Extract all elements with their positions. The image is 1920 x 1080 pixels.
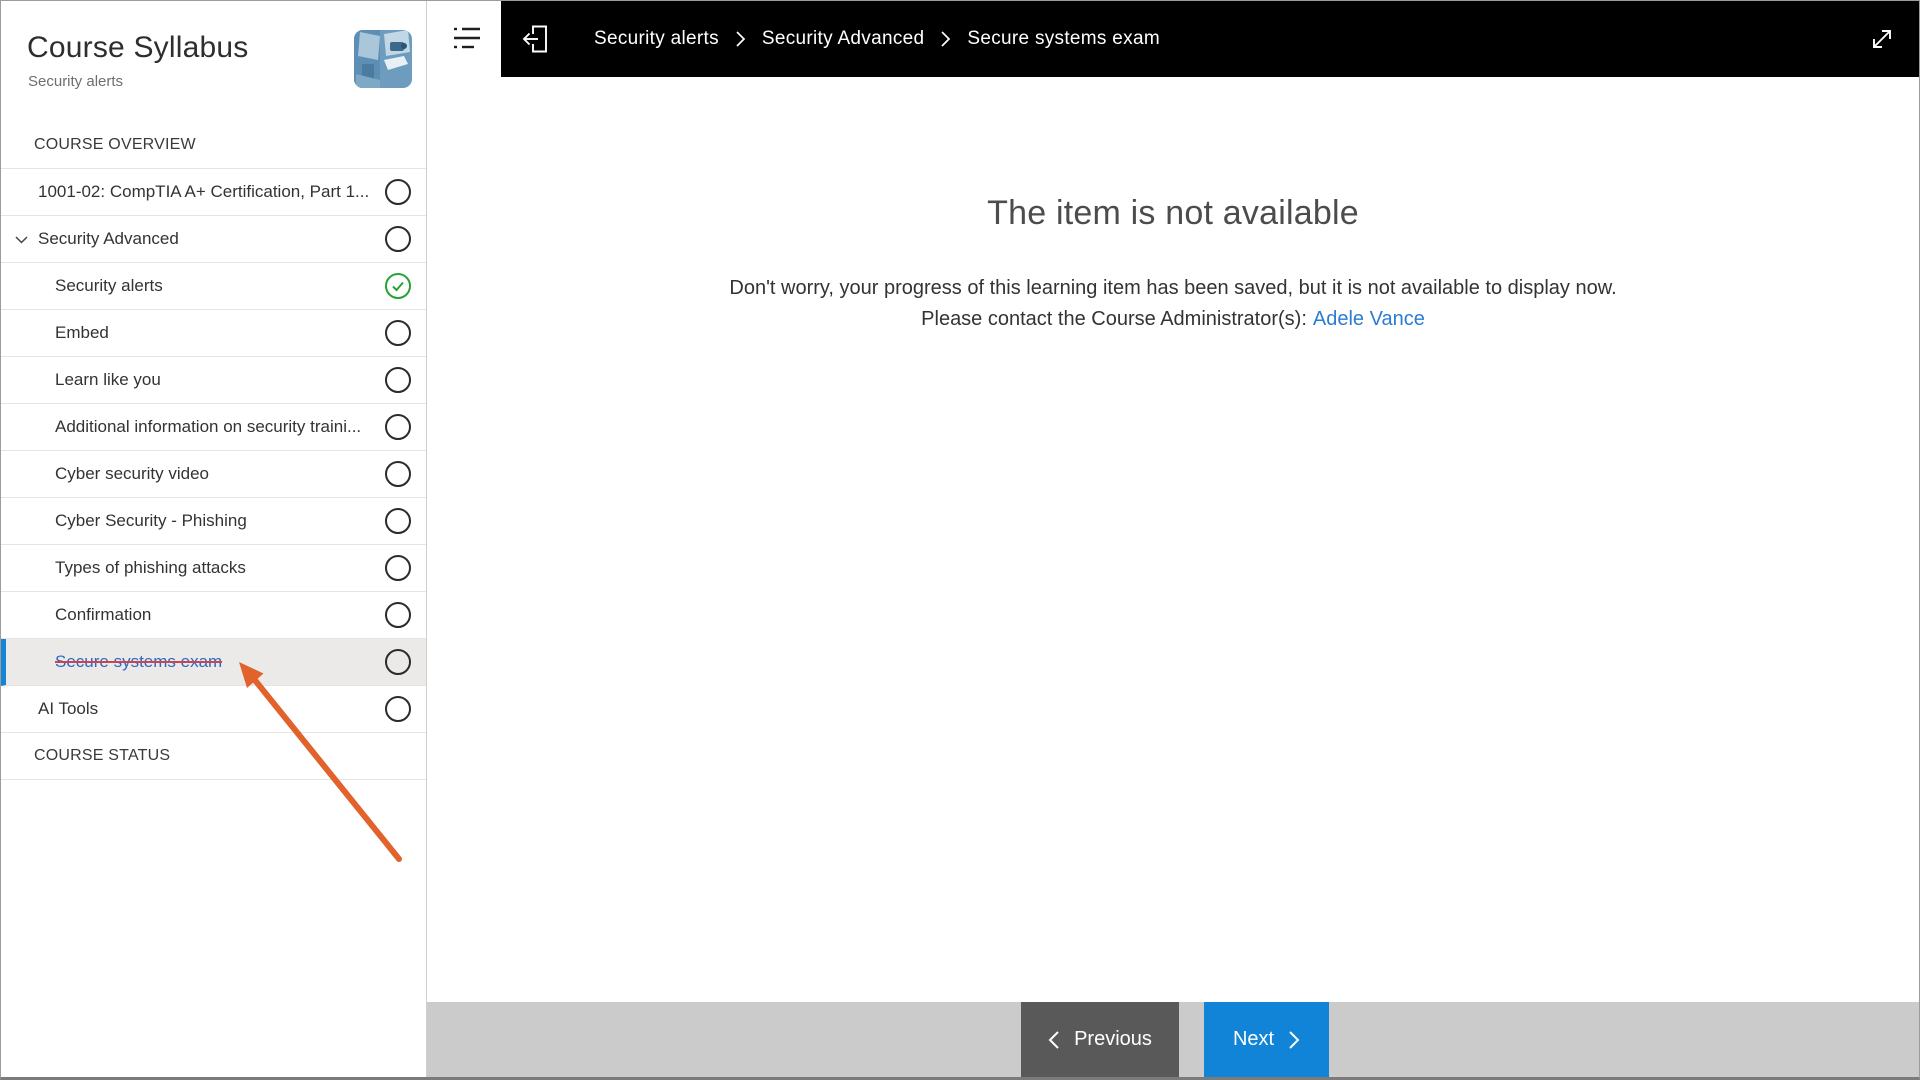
previous-button-label: Previous xyxy=(1074,1028,1152,1050)
syllabus-item[interactable]: Cyber security video xyxy=(1,451,426,498)
course-player-window: Course Syllabus Security alerts COURSE O… xyxy=(0,0,1920,1080)
breadcrumb-separator xyxy=(735,30,746,48)
status-circle-icon xyxy=(385,414,411,440)
syllabus-item-label: AI Tools xyxy=(38,699,99,718)
syllabus-item[interactable]: Secure systems exam xyxy=(1,639,426,686)
status-circle-icon xyxy=(385,226,411,252)
sidebar-title: Course Syllabus xyxy=(27,31,249,64)
breadcrumb-item: Secure systems exam xyxy=(967,28,1160,49)
message-line1: Don't worry, your progress of this learn… xyxy=(729,277,1617,299)
syllabus-item-label: Secure systems exam xyxy=(55,652,223,671)
syllabus-item[interactable]: Additional information on security train… xyxy=(1,404,426,451)
syllabus-item-label: Security alerts xyxy=(55,276,163,295)
syllabus-item[interactable]: Cyber Security - Phishing xyxy=(1,498,426,545)
status-circle-icon xyxy=(385,179,411,205)
syllabus-item-label: Types of phishing attacks xyxy=(55,558,246,577)
unavailable-heading: The item is not available xyxy=(987,194,1359,232)
status-circle-icon xyxy=(385,696,411,722)
syllabus-item[interactable]: 1001-02: CompTIA A+ Certification, Part … xyxy=(1,169,426,216)
exit-course-button[interactable] xyxy=(521,23,552,60)
exit-course-icon xyxy=(522,25,547,53)
syllabus-item[interactable]: Embed xyxy=(1,310,426,357)
syllabus-list: COURSE OVERVIEW 1001-02: CompTIA A+ Certi… xyxy=(1,122,426,780)
breadcrumb-item[interactable]: Security Advanced xyxy=(762,28,924,50)
chevron-down-icon xyxy=(15,236,28,244)
breadcrumb-item[interactable]: Security alerts xyxy=(594,28,719,50)
sidebar-header: Course Syllabus Security alerts xyxy=(1,1,426,122)
status-circle-icon xyxy=(385,508,411,534)
syllabus-item[interactable]: AI Tools xyxy=(1,686,426,733)
syllabus-item-label: Learn like you xyxy=(55,370,161,389)
course-thumbnail xyxy=(354,30,412,88)
admin-contact-link[interactable]: Adele Vance xyxy=(1313,308,1425,330)
status-circle-icon xyxy=(385,649,411,675)
syllabus-section-header: COURSE STATUS xyxy=(1,733,426,780)
fullscreen-expand-button[interactable] xyxy=(1867,24,1897,59)
check-icon xyxy=(392,281,404,292)
breadcrumb-separator xyxy=(940,30,951,48)
syllabus-item[interactable]: Learn like you xyxy=(1,357,426,404)
syllabus-item-label: Additional information on security train… xyxy=(55,417,362,436)
topbar: Security alerts Security Advanced Secure s… xyxy=(501,1,1919,77)
status-circle-icon xyxy=(385,555,411,581)
syllabus-item[interactable]: Security Advanced xyxy=(1,216,426,263)
syllabus-item-label: Embed xyxy=(55,323,109,342)
status-circle-icon xyxy=(385,320,411,346)
chevron-left-icon xyxy=(1048,1030,1059,1049)
syllabus-item[interactable]: Types of phishing attacks xyxy=(1,545,426,592)
previous-button[interactable]: Previous xyxy=(1021,1002,1179,1077)
syllabus-outline-icon xyxy=(454,27,480,49)
section-header-label: COURSE STATUS xyxy=(34,747,171,764)
syllabus-section-header: COURSE OVERVIEW xyxy=(1,122,426,169)
syllabus-item-label: Cyber security video xyxy=(55,464,210,483)
syllabus-item-label: Cyber Security - Phishing xyxy=(55,511,247,530)
syllabus-item[interactable]: Security alerts xyxy=(1,263,426,310)
syllabus-item-label: 1001-02: CompTIA A+ Certification, Part … xyxy=(38,182,370,201)
syllabus-item[interactable]: Confirmation xyxy=(1,592,426,639)
next-button[interactable]: Next xyxy=(1204,1002,1329,1077)
sidebar-subtitle: Security alerts xyxy=(28,73,124,90)
status-circle-icon xyxy=(385,367,411,393)
security-cameras-image xyxy=(354,30,412,88)
message-line2-prefix: Please contact the Course Administrator(… xyxy=(921,308,1307,330)
next-button-label: Next xyxy=(1232,1028,1275,1050)
syllabus-item-label: Confirmation xyxy=(55,605,152,624)
content-area: The item is not available Don't worry, y… xyxy=(427,77,1919,1002)
unavailable-message: Don't worry, your progress of this learn… xyxy=(427,273,1919,335)
status-circle-icon xyxy=(385,461,411,487)
status-circle-icon xyxy=(385,602,411,628)
fullscreen-expand-icon xyxy=(1873,30,1891,48)
breadcrumb-separator-icon xyxy=(736,31,746,47)
chevron-right-icon xyxy=(1289,1030,1300,1049)
course-syllabus-sidebar: Course Syllabus Security alerts COURSE O… xyxy=(1,1,427,1077)
breadcrumb-separator-icon xyxy=(941,31,951,47)
status-completed-icon xyxy=(385,273,411,299)
syllabus-outline-toggle[interactable] xyxy=(451,25,482,56)
section-header-label: COURSE OVERVIEW xyxy=(34,136,196,153)
breadcrumb: Security alerts Security Advanced Secure s… xyxy=(594,1,1160,77)
